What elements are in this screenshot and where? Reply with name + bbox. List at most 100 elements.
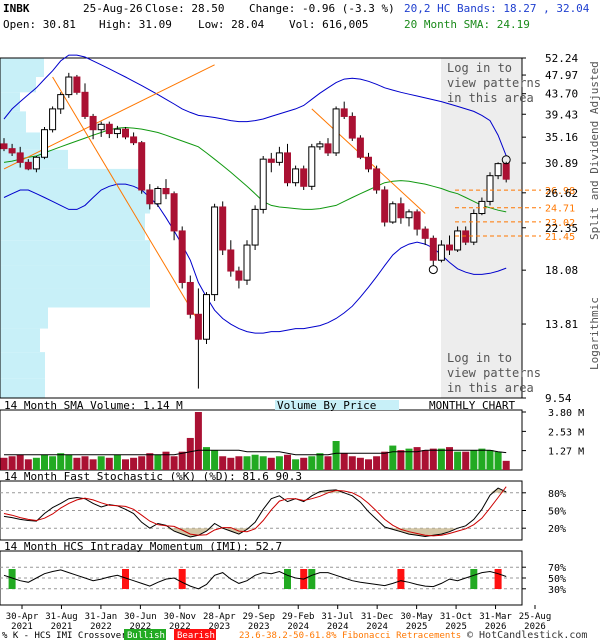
volume-bar: [340, 453, 348, 470]
volume-bar: [397, 450, 405, 470]
volume-by-price-bar: [0, 111, 26, 133]
candle-down: [194, 313, 202, 340]
candle-up: [389, 203, 397, 223]
candle-up: [57, 94, 65, 110]
volume-bar: [259, 456, 267, 470]
candle-down: [235, 270, 243, 281]
volume-bar: [316, 453, 324, 470]
volume-bar: [502, 460, 510, 470]
stochastic-tick-label: 20%: [548, 524, 566, 535]
candle-down: [421, 228, 429, 239]
volume-by-price-bar: [0, 77, 36, 93]
candle-up: [470, 213, 478, 243]
x-tick-label: 29-Feb: [282, 612, 315, 622]
x-tick-label: 30-May: [400, 612, 433, 622]
imi-crossover-bar: [178, 569, 186, 589]
candle-down: [89, 115, 97, 131]
login-prompt-line: in this area: [447, 91, 534, 105]
volume-bar: [113, 454, 121, 470]
volume-bar: [227, 457, 235, 470]
login-prompt-line: Log in to: [447, 61, 512, 75]
candle-down: [138, 142, 146, 191]
fib-legend: 23.6-38.2-50-61.8% Fibonacci Retracement…: [239, 631, 461, 640]
candle-down: [284, 152, 291, 184]
candle-down: [462, 230, 470, 243]
candle-up: [32, 156, 40, 170]
volume-bar: [494, 451, 502, 470]
volume-bar: [243, 456, 251, 470]
price-tick-label: 47.97: [545, 69, 578, 82]
volume-bar: [389, 445, 397, 470]
volume-bar: [365, 459, 372, 470]
volume-bar: [73, 457, 81, 470]
candle-up: [405, 211, 413, 219]
volume-bar: [130, 457, 138, 470]
candle-down: [219, 206, 227, 251]
volume-bar: [138, 456, 146, 470]
candle-down: [105, 123, 113, 135]
candle-down: [16, 152, 24, 163]
volume-tick-label: 1.27 M: [548, 447, 584, 458]
login-prompt-line: view patterns: [447, 366, 541, 380]
candle-down: [502, 163, 510, 180]
volume-bar: [300, 457, 308, 470]
volume-tick-label: 2.53 M: [548, 427, 584, 438]
volume-bar: [356, 457, 364, 470]
volume-bar: [65, 454, 73, 470]
candle-down: [365, 156, 372, 170]
imi-crossover-bar: [284, 569, 291, 589]
candle-down: [267, 158, 275, 163]
x-tick-label: 29-Sep: [243, 612, 276, 622]
candle-down: [356, 137, 364, 158]
candle-down: [24, 161, 32, 170]
fib-level-label: 24.71: [545, 204, 575, 215]
stochastic-tick-label: 80%: [548, 489, 566, 500]
volume-bar: [437, 448, 445, 470]
volume-by-price-bar: [0, 213, 145, 241]
price-tick-label: 18.08: [545, 264, 578, 277]
log-scale-label: Logarithmic: [588, 297, 600, 370]
imi-tick-label: 50%: [548, 574, 566, 585]
upper-band-line: [3, 54, 507, 156]
volume-bar: [8, 456, 16, 470]
login-prompt-line: view patterns: [447, 76, 541, 90]
volume-by-price-bar: [0, 92, 20, 112]
volume-bar: [24, 459, 32, 470]
price-tick-label: 26.62: [545, 187, 578, 200]
candle-down: [340, 108, 348, 117]
price-tick-label: 43.70: [545, 88, 578, 101]
candle-down: [0, 143, 8, 150]
candle-down: [429, 237, 437, 261]
imi-tick-label: 70%: [548, 563, 566, 574]
candle-up: [203, 294, 210, 340]
candle-up: [211, 206, 219, 296]
volume-bar: [292, 459, 300, 470]
volume-bar: [81, 456, 89, 470]
volume-by-price-bar: [0, 352, 45, 379]
imi-crossover-bar: [470, 569, 478, 589]
volume-bar: [413, 447, 421, 470]
volume-by-price-bar: [0, 168, 140, 190]
candle-down: [81, 91, 89, 117]
volume-bar: [194, 412, 202, 470]
low-marker: [428, 265, 438, 275]
candle-down: [170, 193, 178, 232]
stock-chart: Log in toview patternsin this areaLog in…: [0, 52, 600, 640]
candle-down: [373, 168, 381, 191]
volume-bar: [308, 456, 316, 470]
imi-tick-label: 30%: [548, 585, 566, 596]
candle-down: [186, 281, 194, 315]
x-tick-label: 31-Jul: [321, 612, 354, 622]
candle-up: [316, 143, 324, 148]
price-tick-label: 9.54: [545, 392, 572, 405]
candle-up: [65, 76, 73, 96]
x-tick-label: 31-Dec: [361, 612, 394, 622]
bearish-label: Bearish: [177, 631, 215, 640]
candle-up: [486, 175, 494, 202]
x-tick-label: 31-Aug: [45, 612, 78, 622]
volume-bar: [154, 454, 162, 470]
volume-tick-label: 3.80 M: [548, 408, 584, 419]
price-tick-label: 22.35: [545, 222, 578, 235]
x-tick-label: 25-Aug: [519, 612, 552, 622]
volume-bar: [251, 454, 259, 470]
